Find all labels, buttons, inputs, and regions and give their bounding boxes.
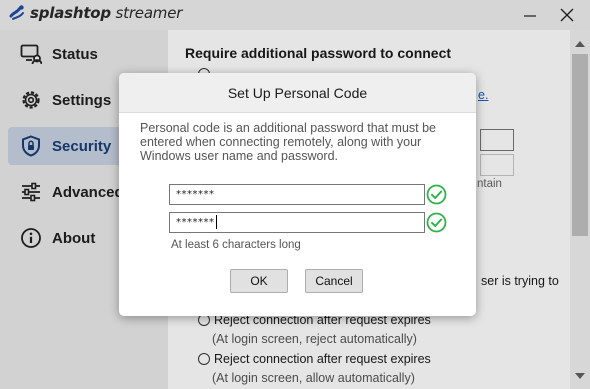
personal-code-input[interactable]: *******	[169, 184, 425, 205]
ok-button[interactable]: OK	[230, 269, 288, 293]
text-caret	[215, 215, 217, 229]
password-hint: At least 6 characters long	[171, 239, 301, 251]
check-circle-icon	[426, 212, 447, 233]
confirm-code-value: *******	[176, 217, 215, 228]
dialog-header: Set Up Personal Code	[119, 73, 476, 113]
dialog-description: Personal code is an additional password …	[140, 121, 437, 163]
confirm-code-input[interactable]: *******	[169, 212, 425, 233]
check-circle-icon	[426, 184, 447, 205]
dialog-title: Set Up Personal Code	[227, 84, 368, 101]
cancel-button[interactable]: Cancel	[305, 269, 363, 293]
personal-code-dialog: Set Up Personal Code Personal code is an…	[119, 73, 476, 316]
personal-code-value: *******	[176, 189, 215, 200]
